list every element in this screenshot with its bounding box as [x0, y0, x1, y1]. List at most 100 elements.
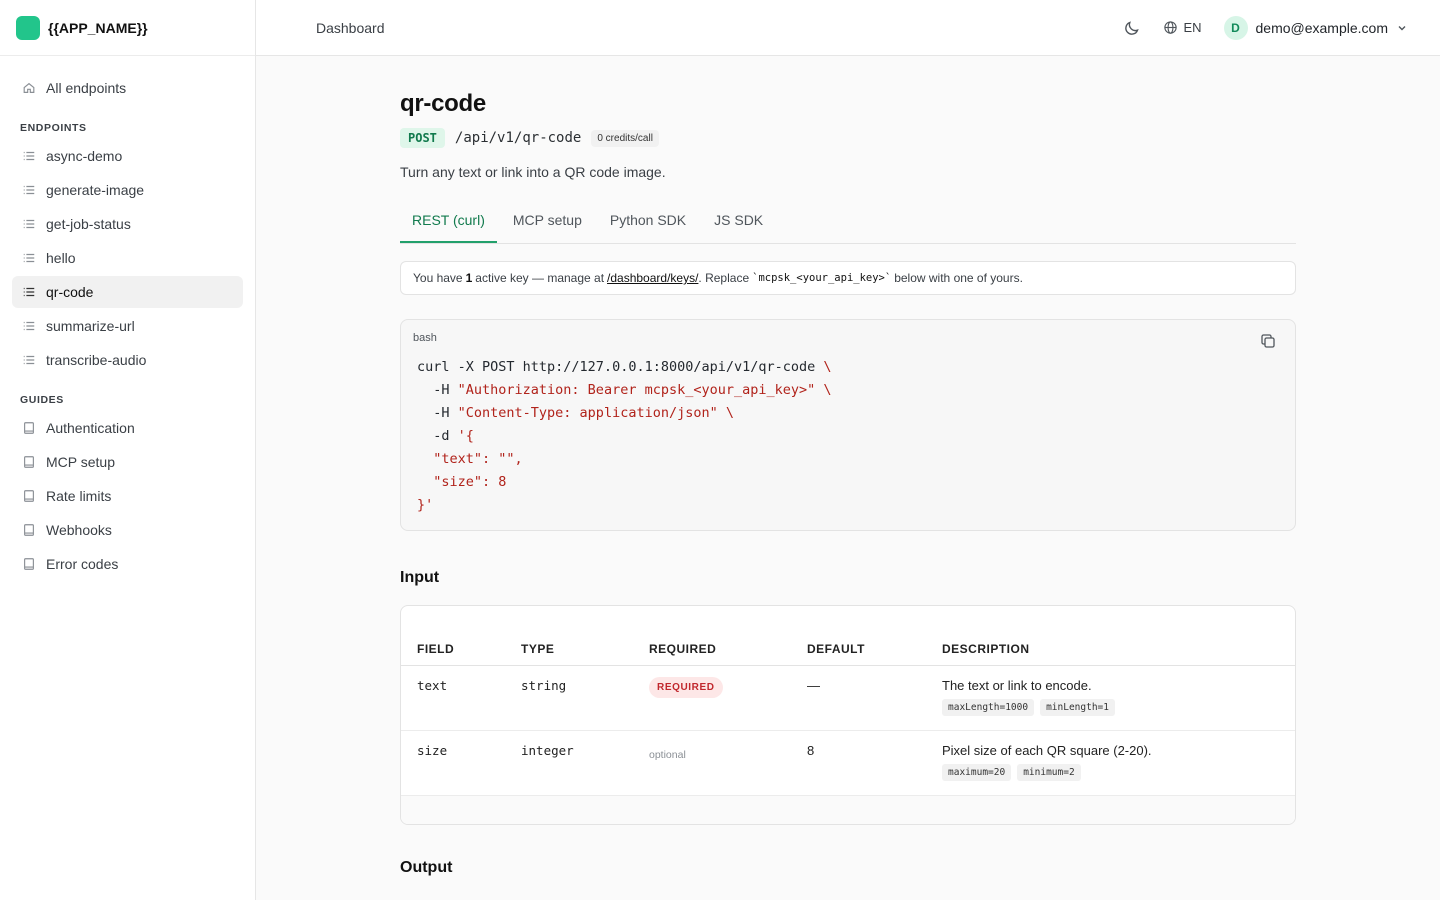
sidebar-item-webhooks[interactable]: Webhooks — [12, 514, 243, 546]
code-text: -H — [417, 405, 458, 421]
endpoints-heading: ENDPOINTS — [20, 122, 87, 134]
field-type: integer — [505, 730, 633, 796]
language-label: EN — [1183, 20, 1202, 35]
sidebar-item-authentication[interactable]: Authentication — [12, 412, 243, 444]
list-icon — [22, 183, 36, 197]
notice-after-link: . Replace — [698, 271, 750, 285]
page-title: qr-code — [400, 90, 486, 117]
sidebar-item-transcribe-audio[interactable]: transcribe-audio — [12, 344, 243, 376]
constraint-chip: minimum=2 — [1017, 764, 1081, 781]
code-text: curl -X POST http://127.0.0.1:8000/api/v… — [417, 359, 824, 375]
sidebar-item-label: async-demo — [46, 148, 123, 164]
main-content: qr-code POST /api/v1/qr-code 0 credits/c… — [400, 56, 1296, 877]
sidebar-item-all-endpoints[interactable]: All endpoints — [12, 72, 243, 104]
code-text: -d — [417, 428, 458, 444]
constraint-chips: maximum=20 minimum=2 — [942, 764, 1279, 781]
description-cell: The text or link to encode. maxLength=10… — [926, 665, 1295, 731]
list-icon — [22, 319, 36, 333]
top-actions: EN D demo@example.com — [1123, 15, 1409, 40]
curl-snippet[interactable]: curl -X POST http://127.0.0.1:8000/api/v… — [417, 356, 1283, 517]
column-header: REQUIRED — [633, 636, 791, 666]
optional-label: optional — [649, 749, 686, 761]
sidebar-item-summarize-url[interactable]: summarize-url — [12, 310, 243, 342]
tab-rest-curl[interactable]: REST (curl) — [400, 206, 497, 243]
sidebar-item-label: generate-image — [46, 182, 145, 198]
constraint-chip: maxLength=1000 — [942, 699, 1035, 716]
field-description: The text or link to encode. — [942, 678, 1092, 693]
brand[interactable]: {{APP_NAME}} — [0, 0, 255, 56]
chevron-down-icon — [1396, 22, 1408, 34]
book-icon — [22, 557, 36, 571]
column-header: DEFAULT — [791, 636, 926, 666]
notice-suffix: below with one of yours. — [894, 271, 1023, 285]
active-key-count: 1 — [465, 271, 473, 285]
constraint-chip: minLength=1 — [1040, 699, 1115, 716]
tab-js-sdk[interactable]: JS SDK — [702, 206, 775, 243]
sidebar-item-generate-image[interactable]: generate-image — [12, 174, 243, 206]
sidebar-item-label: get-job-status — [46, 216, 131, 232]
tab-mcp-setup[interactable]: MCP setup — [501, 206, 594, 243]
field-default: — — [791, 665, 926, 731]
sidebar-item-label: summarize-url — [46, 318, 135, 334]
app-logo-icon — [16, 15, 40, 40]
list-icon — [22, 285, 36, 299]
tab-bar: REST (curl) MCP setup Python SDK JS SDK — [400, 206, 1296, 244]
sidebar-item-label: transcribe-audio — [46, 352, 147, 368]
table-header-row: FIELD TYPE REQUIRED DEFAULT DESCRIPTION — [401, 636, 1295, 666]
sidebar-item-async-demo[interactable]: async-demo — [12, 140, 243, 172]
copy-icon[interactable] — [1259, 332, 1277, 350]
input-table: FIELD TYPE REQUIRED DEFAULT DESCRIPTION … — [401, 636, 1295, 796]
api-key-notice: You have 1 active key — manage at /dashb… — [400, 261, 1296, 295]
input-table-card: FIELD TYPE REQUIRED DEFAULT DESCRIPTION … — [400, 605, 1296, 825]
code-text: \ — [823, 359, 832, 375]
list-icon — [22, 149, 36, 163]
sidebar-item-label: qr-code — [46, 284, 94, 300]
sidebar-item-label: Authentication — [46, 420, 135, 436]
manage-keys-link[interactable]: /dashboard/keys/ — [607, 271, 698, 285]
book-icon — [22, 421, 36, 435]
topbar: Dashboard EN D demo@example.com — [256, 0, 1440, 56]
sidebar-nav: All endpoints ENDPOINTS async-demo gener… — [0, 56, 255, 598]
column-header: FIELD — [401, 636, 505, 666]
sidebar-item-label: hello — [46, 250, 76, 266]
sidebar-item-mcp-setup[interactable]: MCP setup — [12, 446, 243, 478]
column-header: DESCRIPTION — [926, 636, 1295, 666]
code-block: bash curl -X POST http://127.0.0.1:8000/… — [400, 319, 1296, 531]
description-cell: Pixel size of each QR square (2-20). max… — [926, 730, 1295, 796]
sidebar: {{APP_NAME}} All endpoints ENDPOINTS asy… — [0, 0, 256, 900]
sidebar-item-get-job-status[interactable]: get-job-status — [12, 208, 243, 240]
code-string: "text" — [417, 451, 483, 467]
list-icon — [22, 217, 36, 231]
required-badge: REQUIRED — [649, 677, 723, 698]
globe-icon — [1164, 21, 1178, 34]
code-language-label: bash — [413, 332, 437, 344]
code-string: }' — [417, 497, 434, 513]
endpoint-signature: POST /api/v1/qr-code 0 credits/call — [400, 128, 1296, 148]
required-cell: REQUIRED — [633, 665, 791, 731]
sidebar-item-rate-limits[interactable]: Rate limits — [12, 480, 243, 512]
sidebar-item-error-codes[interactable]: Error codes — [12, 548, 243, 580]
moon-icon[interactable] — [1123, 19, 1141, 37]
user-menu[interactable]: D demo@example.com — [1223, 15, 1409, 40]
sidebar-item-qr-code[interactable]: qr-code — [12, 276, 243, 308]
code-text: -H — [417, 382, 458, 398]
code-string: "size" — [417, 474, 483, 490]
sidebar-item-label: MCP setup — [46, 454, 115, 470]
constraint-chips: maxLength=1000 minLength=1 — [942, 699, 1279, 716]
code-text: \ — [717, 405, 734, 421]
credits-badge: 0 credits/call — [591, 129, 659, 147]
code-string: : "", — [482, 451, 523, 467]
sidebar-item-label: All endpoints — [46, 80, 127, 96]
guides-heading: GUIDES — [20, 394, 64, 406]
notice-prefix: You have — [413, 271, 463, 285]
sidebar-item-hello[interactable]: hello — [12, 242, 243, 274]
breadcrumb[interactable]: Dashboard — [316, 20, 385, 36]
home-icon — [22, 81, 36, 95]
field-description: Pixel size of each QR square (2-20). — [942, 743, 1152, 758]
tab-python-sdk[interactable]: Python SDK — [598, 206, 698, 243]
code-string: "Authorization: Bearer mcpsk_<your_api_k… — [457, 382, 816, 398]
list-icon — [22, 353, 36, 367]
constraint-chip: maximum=20 — [942, 764, 1012, 781]
language-switcher[interactable]: EN — [1163, 20, 1202, 35]
list-icon — [22, 251, 36, 265]
